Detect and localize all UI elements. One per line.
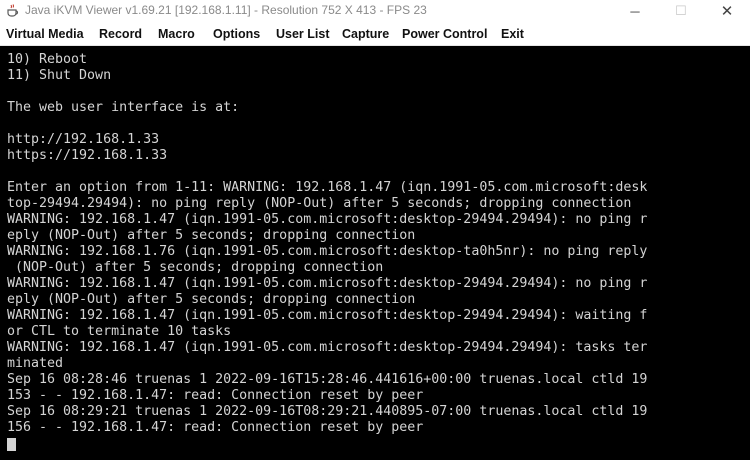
window-titlebar[interactable]: Java iKVM Viewer v1.69.21 [192.168.1.11]… — [0, 0, 750, 22]
menu-power-control[interactable]: Power Control — [402, 27, 487, 41]
close-icon: ✕ — [720, 3, 734, 20]
menu-exit[interactable]: Exit — [501, 27, 524, 41]
console-line: WARNING: 192.168.1.47 (iqn.1991-05.com.m… — [7, 308, 648, 323]
window-title: Java iKVM Viewer v1.69.21 [192.168.1.11]… — [25, 3, 427, 17]
menu-macro[interactable]: Macro — [158, 27, 195, 41]
console-line: eply (NOP-Out) after 5 seconds; dropping… — [7, 228, 416, 243]
menu-record[interactable]: Record — [99, 27, 142, 41]
console-line: WARNING: 192.168.1.47 (iqn.1991-05.com.m… — [7, 212, 648, 227]
console-line: Sep 16 08:29:21 truenas 1 2022-09-16T08:… — [7, 404, 648, 419]
menu-options[interactable]: Options — [213, 27, 260, 41]
console-line: http://192.168.1.33 — [7, 132, 160, 147]
console-line: 11) Shut Down — [7, 68, 112, 83]
console-line: eply (NOP-Out) after 5 seconds; dropping… — [7, 292, 416, 307]
console-line: 153 - - 192.168.1.47: read: Connection r… — [7, 388, 424, 403]
menu-bar: Virtual Media Record Macro Options User … — [0, 24, 750, 46]
maximize-icon: ☐ — [675, 3, 687, 18]
minimize-icon: ─ — [630, 3, 640, 19]
menu-capture[interactable]: Capture — [342, 27, 389, 41]
console-line: WARNING: 192.168.1.47 (iqn.1991-05.com.m… — [7, 340, 648, 355]
java-cup-icon — [7, 4, 19, 17]
console-screen[interactable]: 10) Reboot 11) Shut Down The web user in… — [0, 46, 750, 460]
console-line: or CTL to terminate 10 tasks — [7, 324, 232, 339]
console-line: https://192.168.1.33 — [7, 148, 168, 163]
menu-user-list[interactable]: User List — [276, 27, 330, 41]
console-line: top-29494.29494): no ping reply (NOP-Out… — [7, 196, 632, 211]
console-line: WARNING: 192.168.1.47 (iqn.1991-05.com.m… — [7, 276, 648, 291]
close-button[interactable]: ✕ — [704, 0, 750, 22]
text-cursor — [7, 438, 16, 451]
console-line: Sep 16 08:28:46 truenas 1 2022-09-16T15:… — [7, 372, 648, 387]
console-line: 156 - - 192.168.1.47: read: Connection r… — [7, 420, 424, 435]
menu-virtual-media[interactable]: Virtual Media — [6, 27, 84, 41]
maximize-button[interactable]: ☐ — [658, 0, 704, 22]
minimize-button[interactable]: ─ — [612, 0, 658, 22]
console-line: WARNING: 192.168.1.76 (iqn.1991-05.com.m… — [7, 244, 648, 259]
console-line: 10) Reboot — [7, 52, 88, 67]
console-line: Enter an option from 1-11: WARNING: 192.… — [7, 180, 648, 195]
console-line: minated — [7, 356, 64, 371]
console-line: The web user interface is at: — [7, 100, 240, 115]
console-prompt-line[interactable] — [7, 436, 647, 452]
console-output: 10) Reboot 11) Shut Down The web user in… — [7, 52, 647, 452]
console-line: (NOP-Out) after 5 seconds; dropping conn… — [7, 260, 384, 275]
